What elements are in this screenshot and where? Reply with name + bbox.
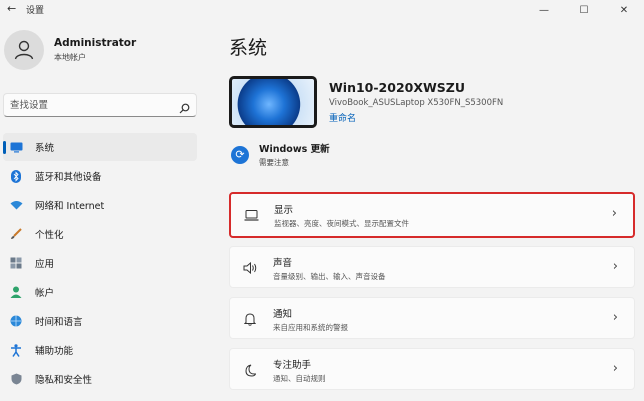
sidebar-item-time-language[interactable]: 时间和语言: [3, 307, 197, 335]
sidebar-item-network[interactable]: 网络和 Internet: [3, 191, 197, 219]
sidebar-item-accessibility[interactable]: 辅助功能: [3, 336, 197, 364]
card-subtitle: 通知、自动规则: [273, 374, 326, 383]
monitor-icon: [9, 140, 23, 154]
sidebar-item-personalization[interactable]: 个性化: [3, 220, 197, 248]
sidebar-item-label: 帐户: [35, 288, 55, 299]
person-icon: [9, 285, 23, 299]
update-status: 需要注意: [259, 158, 289, 167]
title-bar: ← 设置 — ☐ ✕: [0, 0, 644, 20]
settings-card-notifications[interactable]: 通知 来自应用和系统的警报 ›: [229, 297, 635, 339]
avatar: [4, 30, 44, 70]
speaker-icon: [242, 260, 258, 276]
search-input[interactable]: [10, 97, 170, 113]
accessibility-icon: [9, 343, 23, 357]
sidebar-item-label: 应用: [35, 259, 55, 270]
wifi-icon: [9, 198, 23, 212]
user-name: Administrator: [54, 37, 137, 49]
sidebar-item-bluetooth[interactable]: 蓝牙和其他设备: [3, 162, 197, 190]
windows-update-status[interactable]: ⟳ Windows 更新 需要注意: [231, 141, 330, 168]
search-box[interactable]: [3, 93, 197, 117]
card-title: 通知: [273, 309, 293, 320]
chevron-right-icon: ›: [611, 206, 617, 221]
sidebar-item-apps[interactable]: 应用: [3, 249, 197, 277]
close-button[interactable]: ✕: [604, 0, 644, 20]
bell-icon: [242, 311, 258, 327]
chevron-right-icon: ›: [612, 310, 618, 325]
maximize-button[interactable]: ☐: [564, 0, 604, 20]
user-profile[interactable]: Administrator 本地帐户: [4, 30, 136, 70]
globe-clock-icon: [9, 314, 23, 328]
sidebar-item-label: 蓝牙和其他设备: [35, 172, 102, 183]
card-subtitle: 来自应用和系统的警报: [273, 323, 348, 332]
apps-icon: [9, 256, 23, 270]
sidebar-item-privacy-security[interactable]: 隐私和安全性: [3, 365, 197, 393]
shield-icon: [9, 372, 23, 386]
bluetooth-icon: [9, 169, 23, 183]
moon-icon: [242, 362, 258, 378]
card-title: 显示: [274, 205, 294, 216]
brush-icon: [9, 227, 23, 241]
minimize-button[interactable]: —: [524, 0, 564, 20]
sidebar-item-label: 系统: [35, 143, 55, 154]
sidebar-item-accounts[interactable]: 帐户: [3, 278, 197, 306]
device-model: VivoBook_ASUSLaptop X530FN_S5300FN: [329, 98, 504, 108]
chevron-right-icon: ›: [612, 361, 618, 376]
back-arrow-icon[interactable]: ←: [7, 2, 16, 15]
update-title: Windows 更新: [259, 144, 330, 155]
windows-update-icon: ⟳: [231, 145, 249, 164]
settings-card-focus-assist[interactable]: 专注助手 通知、自动规则 ›: [229, 348, 635, 390]
laptop-icon: [243, 207, 259, 223]
settings-card-display[interactable]: 显示 监视器、亮度、夜间模式、显示配置文件 ›: [229, 192, 635, 238]
account-type: 本地帐户: [54, 53, 86, 62]
settings-window: ← 设置 — ☐ ✕ Administrator 本地帐户 查找设置 系统 蓝牙…: [0, 0, 644, 401]
window-controls: — ☐ ✕: [524, 0, 644, 20]
device-thumbnail: [229, 76, 317, 128]
device-info-panel: Win10-2020XWSZU VivoBook_ASUSLaptop X530…: [229, 76, 503, 128]
page-title: 系统: [229, 37, 268, 59]
sidebar-item-label: 时间和语言: [35, 317, 83, 328]
sidebar-item-system[interactable]: 系统: [3, 133, 197, 161]
sidebar-item-label: 网络和 Internet: [35, 201, 105, 212]
person-avatar-icon: [14, 40, 34, 60]
wallpaper-preview: [232, 79, 314, 125]
card-subtitle: 监视器、亮度、夜间模式、显示配置文件: [274, 219, 409, 228]
settings-card-sound[interactable]: 声音 音量级别、输出、输入、声音设备 ›: [229, 246, 635, 288]
sidebar-item-label: 个性化: [35, 230, 64, 241]
card-title: 声音: [273, 258, 293, 269]
rename-link[interactable]: 重命名: [329, 111, 503, 124]
device-name: Win10-2020XWSZU: [329, 80, 465, 95]
sidebar-item-label: 隐私和安全性: [35, 375, 93, 386]
chevron-right-icon: ›: [612, 259, 618, 274]
card-subtitle: 音量级别、输出、输入、声音设备: [273, 272, 386, 281]
card-title: 专注助手: [273, 360, 312, 371]
sidebar-nav: 系统 蓝牙和其他设备 网络和 Internet 个性化 应用 帐户 时间和语言 …: [0, 133, 200, 394]
sidebar-item-label: 辅助功能: [35, 346, 74, 357]
window-title: 设置: [26, 6, 45, 16]
search-icon[interactable]: [179, 99, 190, 118]
